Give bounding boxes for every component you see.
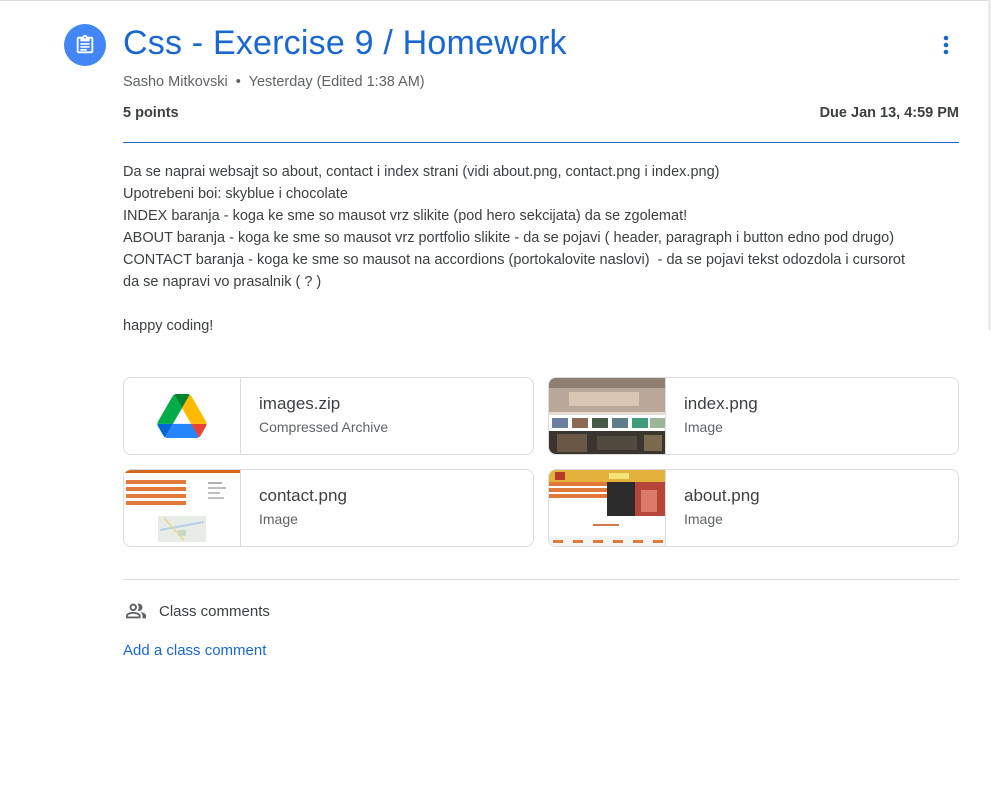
class-comments-label: Class comments [159,602,270,620]
description-line: Da se naprai websajt so about, contact i… [123,164,720,180]
attachment-info: contact.png Image [241,470,347,546]
attachment-name: images.zip [259,394,341,413]
more-options-button[interactable] [931,30,961,60]
more-vert-icon [943,35,949,55]
attachment-info: about.png Image [666,470,760,546]
clipboard-icon [76,34,94,54]
index-preview-image [549,378,665,454]
description-line: ABOUT baranja - koga ke sme so mausot vr… [123,230,895,246]
attachment-thumbnail [124,378,241,454]
google-drive-icon [157,394,207,438]
description-blank-line [123,293,923,315]
assignment-description: Da se naprai websajt so about, contact i… [123,161,923,337]
attachment-name: index.png [684,394,758,413]
posted-time: Yesterday (Edited 1:38 AM) [248,74,425,90]
attachment-card-contact-png[interactable]: contact.png Image [123,469,534,547]
attachment-name: about.png [684,486,760,505]
header-divider [123,142,959,143]
points-label: 5 points [123,105,179,121]
attachment-info: index.png Image [666,378,758,454]
assignment-page: Css - Exercise 9 / Homework Sasho Mitkov… [0,0,991,790]
attachment-thumbnail [549,470,666,546]
attachment-card-index-png[interactable]: index.png Image [548,377,959,455]
add-class-comment-link[interactable]: Add a class comment [123,642,266,659]
attachment-name: contact.png [259,486,347,505]
description-line: Upotrebeni boi: skyblue i chocolate [123,186,348,202]
attachment-card-about-png[interactable]: about.png Image [548,469,959,547]
attachment-thumbnail [124,470,241,546]
assignment-meta: Sasho Mitkovski • Yesterday (Edited 1:38… [123,74,425,90]
assignment-title: Css - Exercise 9 / Homework [123,24,567,62]
due-date: Due Jan 13, 4:59 PM [819,105,959,121]
people-icon [125,603,147,619]
attachment-type: Compressed Archive [259,419,389,435]
attachment-thumbnail [549,378,666,454]
meta-separator: • [235,74,241,90]
description-line: INDEX baranja - koga ke sme so mausot vr… [123,208,688,224]
attachment-type: Image [684,419,723,435]
contact-preview-image [124,470,240,546]
assignment-icon [64,24,106,66]
attachment-info: images.zip Compressed Archive [241,378,388,454]
attachment-type: Image [259,511,298,527]
attachment-card-images-zip[interactable]: images.zip Compressed Archive [123,377,534,455]
attachment-type: Image [684,511,723,527]
top-divider [0,0,991,1]
description-line: happy coding! [123,318,214,334]
about-preview-image [549,470,665,546]
class-comments-header: Class comments [123,600,270,622]
author-name: Sasho Mitkovski [123,74,228,90]
comments-divider [123,579,959,580]
description-line: CONTACT baranja - koga ke sme so mausot … [123,252,910,290]
